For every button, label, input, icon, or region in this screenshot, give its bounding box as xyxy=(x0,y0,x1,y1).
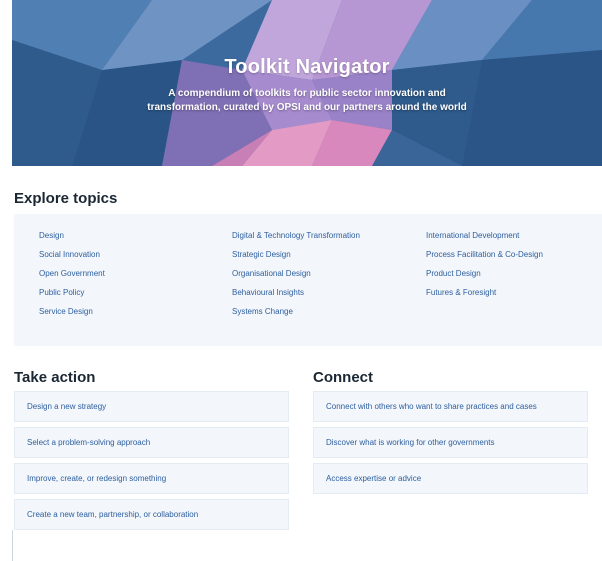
topic-link-product-design[interactable]: Product Design xyxy=(426,266,543,285)
page-title: Toolkit Navigator xyxy=(224,56,390,78)
topics-column-1: Design Social Innovation Open Government… xyxy=(39,228,105,323)
left-divider xyxy=(12,530,13,561)
hero-banner: Toolkit Navigator A compendium of toolki… xyxy=(12,0,602,166)
topic-link-open-government[interactable]: Open Government xyxy=(39,266,105,285)
take-action-card[interactable]: Select a problem-solving approach xyxy=(14,427,289,458)
topics-column-3: International Development Process Facili… xyxy=(426,228,543,304)
toolkit-navigator-page: Toolkit Navigator A compendium of toolki… xyxy=(0,0,602,561)
topic-link-social-innovation[interactable]: Social Innovation xyxy=(39,247,105,266)
connect-card[interactable]: Access expertise or advice xyxy=(313,463,588,494)
topic-link-digital-technology[interactable]: Digital & Technology Transformation xyxy=(232,228,360,247)
topics-panel: Design Social Innovation Open Government… xyxy=(14,214,602,346)
topic-link-organisational-design[interactable]: Organisational Design xyxy=(232,266,360,285)
connect-card[interactable]: Discover what is working for other gover… xyxy=(313,427,588,458)
take-action-card[interactable]: Create a new team, partnership, or colla… xyxy=(14,499,289,530)
take-action-card[interactable]: Improve, create, or redesign something xyxy=(14,463,289,494)
topic-link-process-facilitation[interactable]: Process Facilitation & Co-Design xyxy=(426,247,543,266)
topic-link-systems-change[interactable]: Systems Change xyxy=(232,304,360,323)
take-action-heading: Take action xyxy=(14,369,96,386)
page-subtitle: A compendium of toolkits for public sect… xyxy=(147,88,467,113)
take-action-card[interactable]: Design a new strategy xyxy=(14,391,289,422)
topic-link-strategic-design[interactable]: Strategic Design xyxy=(232,247,360,266)
topics-column-2: Digital & Technology Transformation Stra… xyxy=(232,228,360,323)
hero-text: Toolkit Navigator A compendium of toolki… xyxy=(12,0,602,166)
connect-card[interactable]: Connect with others who want to share pr… xyxy=(313,391,588,422)
topic-link-behavioural-insights[interactable]: Behavioural Insights xyxy=(232,285,360,304)
topic-link-public-policy[interactable]: Public Policy xyxy=(39,285,105,304)
topic-link-design[interactable]: Design xyxy=(39,228,105,247)
topic-link-service-design[interactable]: Service Design xyxy=(39,304,105,323)
topic-link-futures-foresight[interactable]: Futures & Foresight xyxy=(426,285,543,304)
connect-heading: Connect xyxy=(313,369,373,386)
topic-link-international-development[interactable]: International Development xyxy=(426,228,543,247)
explore-topics-heading: Explore topics xyxy=(14,190,118,207)
